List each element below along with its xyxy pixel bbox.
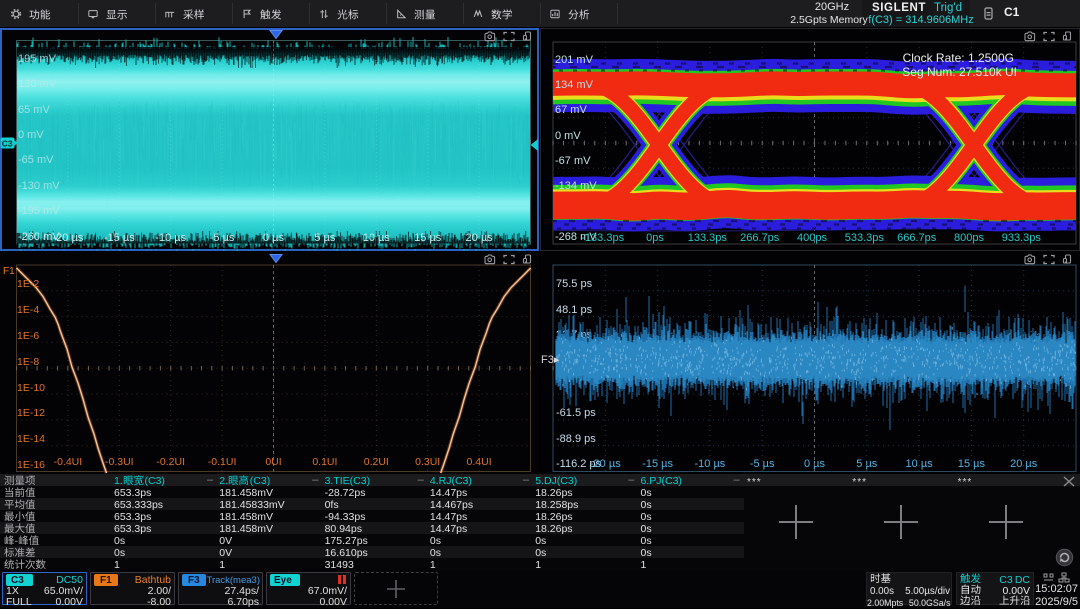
svg-text:C3: C3 bbox=[2, 138, 13, 148]
